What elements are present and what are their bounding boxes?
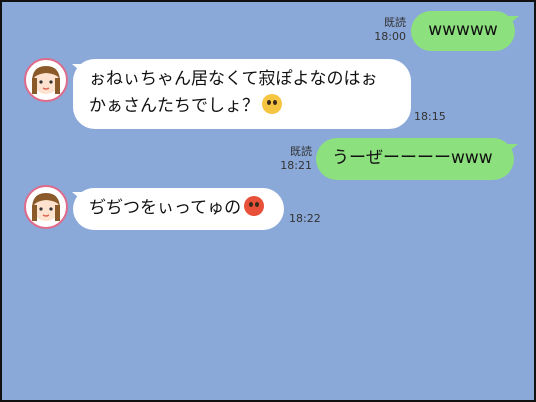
girl-avatar-icon xyxy=(32,66,60,94)
chat-screen: 既読 18:00 wwwww ぉねぃちゃん居なくて寂ぽよなのはぉ かぁさんたちで… xyxy=(0,0,536,402)
message-time: 18:15 xyxy=(414,110,446,123)
bubble-tail xyxy=(506,144,518,154)
message-text: wwwww xyxy=(428,20,498,40)
message-meta: 既読 18:00 xyxy=(362,16,406,44)
message-text: うーぜーーーーwww xyxy=(332,148,493,168)
message-time: 18:22 xyxy=(289,212,321,225)
girl-avatar-icon xyxy=(32,193,60,221)
pleading-face-icon xyxy=(262,94,282,114)
message-bubble[interactable]: うーぜーーーーwww xyxy=(316,138,514,180)
angry-face-icon xyxy=(244,196,265,216)
bubble-tail xyxy=(507,16,519,26)
message-text-line: かぁさんたちでしょ？ xyxy=(89,93,411,120)
message-text: ぢぢつをぃってゅの xyxy=(89,198,242,218)
avatar[interactable] xyxy=(24,58,68,102)
avatar[interactable] xyxy=(24,185,68,229)
message-text: かぁさんたちでしょ？ xyxy=(89,96,259,116)
read-receipt: 既読 xyxy=(384,16,406,29)
message-time: 18:21 xyxy=(280,159,312,172)
message-time: 18:00 xyxy=(374,30,406,43)
message-bubble[interactable]: wwwww xyxy=(411,11,515,51)
message-text-line: ぉねぃちゃん居なくて寂ぽよなのはぉ xyxy=(89,69,378,89)
message-bubble[interactable]: ぉねぃちゃん居なくて寂ぽよなのはぉ かぁさんたちでしょ？ xyxy=(73,59,411,129)
message-meta: 既読 18:21 xyxy=(268,145,312,173)
read-receipt: 既読 xyxy=(290,145,312,158)
message-bubble[interactable]: ぢぢつをぃってゅの xyxy=(73,188,284,230)
